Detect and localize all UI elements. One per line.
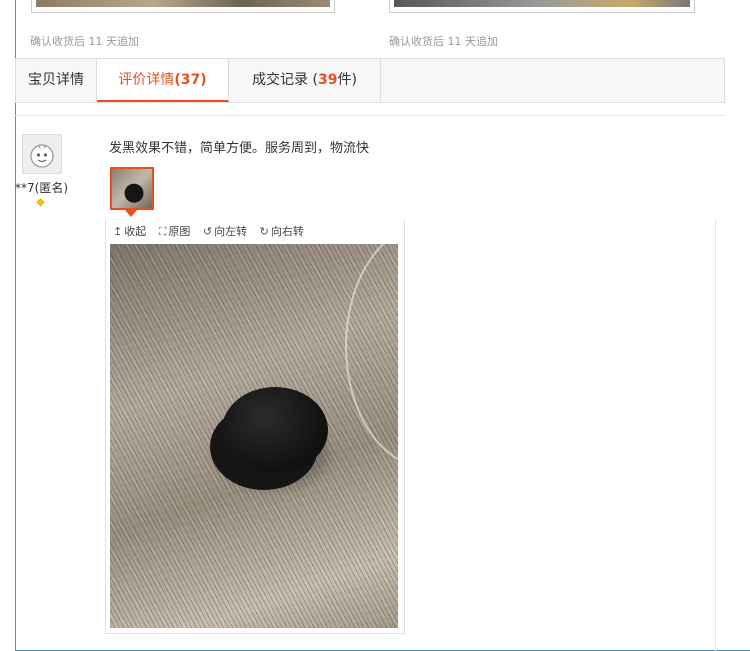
- tab-label-suffix: 件): [337, 72, 357, 88]
- rotate-right-icon: ↻: [259, 225, 269, 238]
- expand-icon: ⛶: [158, 225, 167, 238]
- rotate-left-icon: ↺: [202, 225, 213, 238]
- photo-detail: [222, 387, 328, 473]
- photo-detail: [345, 244, 398, 468]
- review-photo-card[interactable]: [31, 0, 335, 13]
- original-image-button[interactable]: ⛶ 原图: [159, 223, 191, 239]
- selected-arrow-icon: [125, 210, 137, 217]
- collapse-icon: ↥: [113, 225, 123, 238]
- photo-strip: [394, 0, 690, 7]
- tab-label: 评价详情: [118, 72, 175, 88]
- tab-bar: 宝贝详情 评价详情(37) 成交记录 (39件): [15, 58, 725, 103]
- rotate-right-label: 向右转: [270, 225, 304, 238]
- tab-item-details[interactable]: 宝贝详情: [16, 59, 97, 102]
- rotate-right-button[interactable]: ↻ 向右转: [260, 223, 304, 239]
- rotate-left-label: 向左转: [214, 225, 248, 238]
- rotate-left-button[interactable]: ↺ 向左转: [203, 223, 247, 239]
- followup-note: 确认收货后 11 天追加: [389, 35, 498, 48]
- tab-transaction-records[interactable]: 成交记录 (39件): [229, 59, 381, 102]
- review-photo-large[interactable]: [110, 244, 398, 628]
- review-text: 发黑效果不错，简单方便。服务周到，物流快: [109, 141, 370, 156]
- default-avatar-icon: [30, 144, 54, 168]
- divider: [15, 115, 725, 116]
- review-count: (37): [174, 72, 207, 88]
- followup-note: 确认收货后 11 天追加: [30, 35, 139, 48]
- tab-label: 成交记录 (: [252, 72, 318, 88]
- diamond-level-icon: [36, 198, 45, 207]
- reviewer-name: **7(匿名): [15, 181, 68, 195]
- collapse-button[interactable]: ↥ 收起: [113, 223, 146, 239]
- photo-thumbnail-image: [112, 169, 152, 208]
- divider: [715, 219, 716, 651]
- tab-label: 宝贝详情: [28, 72, 84, 88]
- viewer-toolbar: ↥ 收起 ⛶ 原图 ↺ 向左转 ↻ 向右转: [113, 223, 313, 239]
- photo-strip: [36, 0, 330, 7]
- collapse-label: 收起: [124, 225, 147, 238]
- review-photo-thumbnail[interactable]: [110, 167, 154, 210]
- original-label: 原图: [168, 225, 191, 238]
- tab-reviews[interactable]: 评价详情(37): [97, 59, 229, 102]
- review-photo-card[interactable]: [389, 0, 695, 13]
- deal-count: 39: [317, 72, 338, 88]
- avatar[interactable]: [22, 134, 62, 174]
